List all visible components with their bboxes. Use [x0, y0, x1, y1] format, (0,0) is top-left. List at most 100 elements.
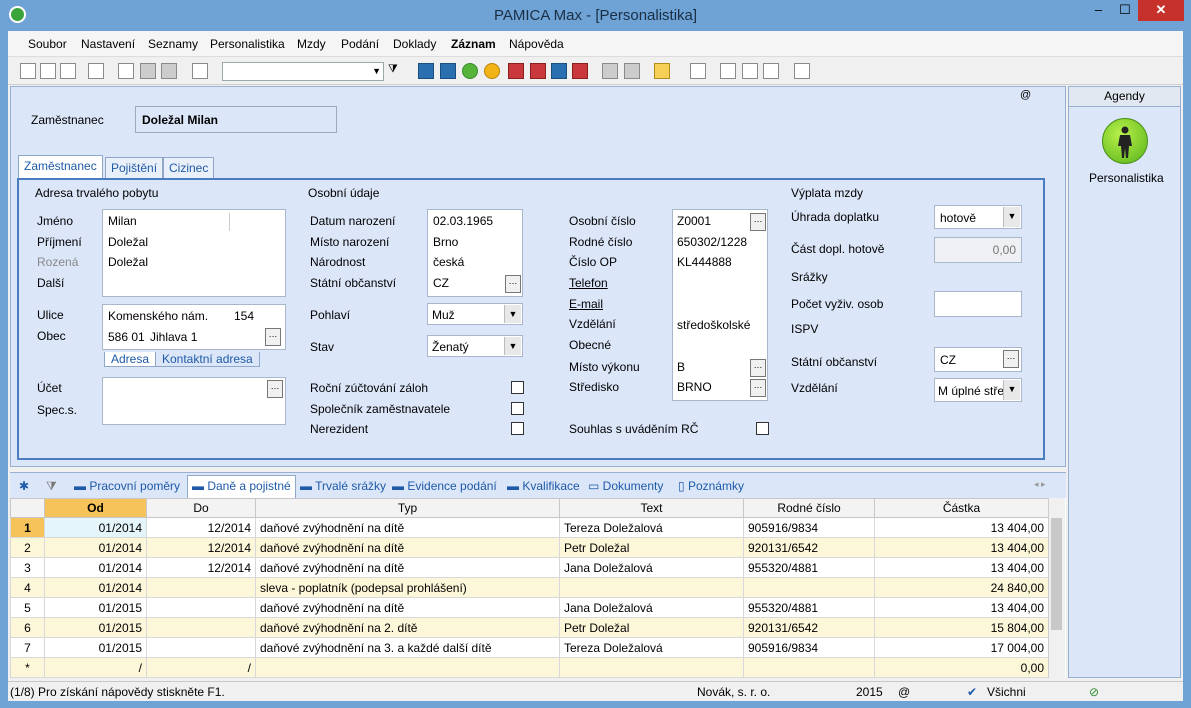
row-number[interactable]: 3 — [10, 557, 45, 578]
close-button[interactable]: ✕ — [1138, 0, 1184, 21]
status-filter[interactable]: Všichni — [987, 685, 1026, 699]
tab-pojisteni[interactable]: Pojištění — [105, 157, 164, 179]
cell-text[interactable]: Jana Doležalová — [559, 597, 744, 618]
osobni-cislo-button[interactable]: … — [750, 213, 766, 231]
cell-rodne-cislo[interactable]: 955320/4881 — [743, 597, 875, 618]
asterisk-icon[interactable]: ✱ — [19, 479, 29, 493]
menu-napoveda[interactable]: Nápověda — [509, 37, 564, 51]
pocet-field[interactable] — [934, 291, 1022, 317]
cell-od[interactable]: 01/2014 — [44, 557, 147, 578]
email-link[interactable]: E-mail — [569, 297, 603, 311]
scroll-thumb[interactable] — [1051, 518, 1062, 630]
cell-text[interactable]: Tereza Doležalová — [559, 517, 744, 538]
col-od[interactable]: Od — [44, 498, 147, 518]
tab-kvalifikace[interactable]: ▬ Kvalifikace — [507, 479, 580, 493]
tab-cizinec[interactable]: Cizinec — [163, 157, 215, 179]
cell-rodne-cislo[interactable]: 905916/9834 — [743, 637, 875, 658]
green-person-icon[interactable] — [462, 63, 478, 79]
cell-typ[interactable]: sleva - poplatník (podepsal prohlášení) — [255, 577, 560, 598]
cell-rodne-cislo[interactable] — [743, 577, 875, 598]
cell-text[interactable]: Tereza Doležalová — [559, 637, 744, 658]
filter-icon[interactable]: ⧩ — [46, 479, 57, 494]
red-m-icon[interactable] — [530, 63, 546, 79]
account-box[interactable]: … — [102, 377, 286, 425]
cell-do[interactable]: 12/2014 — [146, 517, 256, 538]
menu-soubor[interactable]: Soubor — [28, 37, 67, 51]
table-row[interactable]: 4 01/2014 sleva - poplatník (podepsal proh… — [10, 577, 1049, 598]
row-number[interactable]: 5 — [10, 597, 45, 618]
subtab-adresa[interactable]: Adresa — [104, 352, 157, 367]
telefon-link[interactable]: Telefon — [569, 276, 608, 290]
employee-field[interactable]: Doležal Milan — [135, 106, 337, 133]
cell-rodne-cislo[interactable]: 920131/6542 — [743, 617, 875, 638]
cell-castka[interactable]: 13 404,00 — [874, 537, 1049, 558]
cell-castka[interactable]: 24 840,00 — [874, 577, 1049, 598]
red-m-icon[interactable] — [572, 63, 588, 79]
cell-od[interactable]: 01/2015 — [44, 617, 147, 638]
rocni-checkbox[interactable] — [511, 381, 524, 394]
row-number[interactable]: 4 — [10, 577, 45, 598]
personal-box[interactable]: 02.03.1965 Brno česká CZ … — [427, 209, 523, 297]
obec-lookup-button[interactable]: … — [265, 328, 281, 346]
maximize-button[interactable]: ☐ — [1112, 0, 1138, 21]
cell-do[interactable] — [146, 637, 256, 658]
cell-do[interactable] — [146, 597, 256, 618]
cell-typ[interactable]: daňové zvýhodnění na 2. dítě — [255, 617, 560, 638]
cell-castka[interactable]: 15 804,00 — [874, 617, 1049, 638]
menu-zaznam[interactable]: Záznam — [451, 37, 496, 51]
print-preview-icon[interactable] — [60, 63, 76, 79]
m-icon[interactable] — [418, 63, 434, 79]
misto-vykonu-button[interactable]: … — [750, 359, 766, 377]
tab-scroll-arrows[interactable]: ◂ ▸ — [1034, 479, 1046, 490]
name-box[interactable]: Milan Doležal Doležal — [102, 209, 286, 297]
tab-trvale-srazky[interactable]: ▬ Trvalé srážky — [300, 479, 386, 493]
tab-dane-pojistne[interactable]: ▬ Daně a pojistné — [187, 475, 296, 499]
cell-text[interactable]: Petr Doležal — [559, 617, 744, 638]
cell-do[interactable]: 12/2014 — [146, 537, 256, 558]
col-do[interactable]: Do — [146, 498, 256, 518]
flag-icon[interactable] — [602, 63, 618, 79]
cell-rodne-cislo[interactable] — [743, 657, 875, 678]
tab-dokumenty[interactable]: ▭ Dokumenty — [588, 479, 663, 493]
new-icon[interactable] — [118, 63, 134, 79]
flag-icon[interactable] — [624, 63, 640, 79]
table-row[interactable]: 3 01/2014 12/2014 daňové zvýhodnění na dítě… — [10, 557, 1049, 578]
save-all-icon[interactable] — [161, 63, 177, 79]
col-rodne-cislo[interactable]: Rodné číslo — [743, 498, 875, 518]
personalistika-icon[interactable] — [1102, 118, 1148, 164]
pohlavi-select[interactable]: Muž ▼ — [427, 303, 523, 325]
cell-do[interactable]: / — [146, 657, 256, 678]
stredisko-button[interactable]: … — [750, 379, 766, 397]
cell-text[interactable]: Petr Doležal — [559, 537, 744, 558]
cell-od[interactable]: 01/2014 — [44, 577, 147, 598]
payout-vzdelani-select[interactable]: M úplné stře ▼ — [934, 378, 1022, 402]
cell-castka[interactable]: 17 004,00 — [874, 637, 1049, 658]
col-typ[interactable]: Typ — [255, 498, 560, 518]
list-icon[interactable] — [763, 63, 779, 79]
menu-podani[interactable]: Podání — [341, 37, 379, 51]
souhlas-checkbox[interactable] — [756, 422, 769, 435]
calendar-icon[interactable] — [690, 63, 706, 79]
print-icon[interactable] — [40, 63, 56, 79]
yellow-person-icon[interactable] — [484, 63, 500, 79]
spolecnik-checkbox[interactable] — [511, 402, 524, 415]
tab-pracovni-pomery[interactable]: ▬ Pracovní poměry — [74, 479, 180, 493]
person-icon[interactable] — [440, 63, 456, 79]
cell-rodne-cislo[interactable]: 905916/9834 — [743, 517, 875, 538]
email-at-icon[interactable]: @ — [1020, 89, 1031, 101]
table-row[interactable]: 7 01/2015 daňové zvýhodnění na 3. a každé … — [10, 637, 1049, 658]
table-row[interactable]: 5 01/2015 daňové zvýhodnění na dítě Jana Do… — [10, 597, 1049, 618]
tab-zamestnanec[interactable]: Zaměstnanec — [18, 155, 103, 179]
address-box[interactable]: Komenského nám. 154 586 01 Jihlava 1 … — [102, 304, 286, 350]
cell-typ[interactable]: daňové zvýhodnění na dítě — [255, 557, 560, 578]
cell-do[interactable]: 12/2014 — [146, 557, 256, 578]
cell-castka[interactable]: 13 404,00 — [874, 597, 1049, 618]
note-icon[interactable] — [720, 63, 736, 79]
red-m-icon[interactable] — [508, 63, 524, 79]
cell-text[interactable]: Jana Doležalová — [559, 557, 744, 578]
cell-text[interactable] — [559, 577, 744, 598]
cell-typ[interactable]: daňové zvýhodnění na dítě — [255, 537, 560, 558]
menu-mzdy[interactable]: Mzdy — [297, 37, 326, 51]
tab-evidence-podani[interactable]: ▬ Evidence podání — [392, 479, 497, 493]
payout-obcanstvi-field[interactable]: CZ… — [934, 347, 1022, 372]
